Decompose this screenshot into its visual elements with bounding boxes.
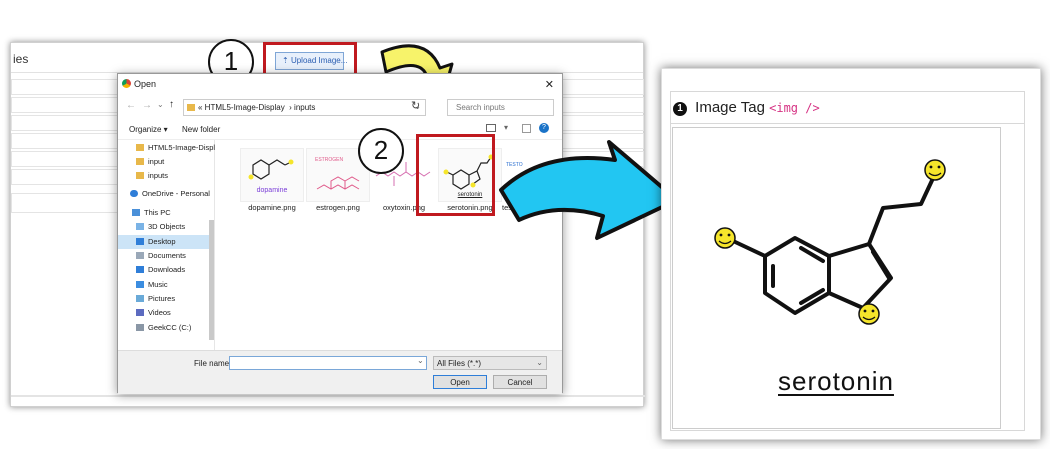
organize-button[interactable]: Organize ▾ bbox=[129, 125, 168, 134]
desktop-icon bbox=[136, 238, 144, 245]
chevron-down-icon: ⌄ bbox=[536, 358, 543, 367]
folder-icon bbox=[187, 104, 195, 111]
tree-item[interactable]: inputs bbox=[136, 171, 168, 180]
address-bar[interactable]: « HTML5-Image-Display › inputs ⌄ bbox=[183, 99, 426, 116]
tree-item[interactable]: Videos bbox=[136, 308, 171, 317]
file-name-label: File name: bbox=[194, 359, 232, 368]
search-input[interactable]: Search inputs bbox=[447, 99, 554, 116]
cube-icon bbox=[136, 223, 144, 230]
back-icon[interactable]: ← bbox=[126, 100, 136, 111]
code-snippet: <img /> bbox=[769, 101, 820, 115]
pane-icon[interactable] bbox=[522, 124, 531, 133]
serotonin-image: serotonin bbox=[672, 127, 1001, 429]
tree-item[interactable]: Downloads bbox=[136, 265, 185, 274]
new-folder-button[interactable]: New folder bbox=[182, 125, 220, 134]
dialog-navbar: ← → ⌄ ↑ « HTML5-Image-Display › inputs ⌄… bbox=[118, 96, 562, 118]
highlight-serotonin-file bbox=[416, 134, 495, 216]
card-header: 1 Image Tag <img /> bbox=[671, 92, 1024, 124]
smiley-icon bbox=[924, 159, 946, 181]
file-name[interactable]: estrogen.png bbox=[302, 203, 374, 212]
help-icon[interactable]: ? bbox=[539, 123, 549, 133]
document-icon bbox=[136, 252, 144, 259]
bg-row bbox=[11, 193, 121, 213]
tree-item[interactable]: This PC bbox=[132, 208, 171, 217]
bg-row bbox=[11, 115, 121, 131]
folder-icon bbox=[136, 144, 144, 151]
close-icon[interactable]: ✕ bbox=[545, 78, 554, 91]
upload-icon: ⇡ bbox=[282, 56, 289, 65]
folder-icon bbox=[136, 172, 144, 179]
cyan-arrow bbox=[499, 140, 679, 240]
tree-item[interactable]: Music bbox=[136, 280, 168, 289]
tree-item[interactable]: OneDrive - Personal bbox=[130, 189, 210, 198]
chevron-down-icon[interactable]: ⌄ bbox=[157, 100, 164, 109]
chevron-down-icon[interactable]: ▾ bbox=[504, 123, 508, 132]
up-icon[interactable]: ↑ bbox=[169, 99, 174, 110]
breadcrumb-part[interactable]: inputs bbox=[294, 103, 315, 112]
file-name-input[interactable] bbox=[229, 356, 427, 370]
tree-scrollbar[interactable] bbox=[209, 220, 214, 340]
dialog-title: Open bbox=[134, 79, 157, 89]
download-icon bbox=[136, 266, 144, 273]
card-title: Image Tag bbox=[695, 99, 765, 116]
music-icon bbox=[136, 281, 144, 288]
breadcrumb-part[interactable]: HTML5-Image-Display bbox=[205, 103, 285, 112]
picture-icon bbox=[136, 295, 144, 302]
upload-image-button[interactable]: ⇡ Upload Image... bbox=[275, 52, 348, 70]
tree-item[interactable]: HTML5-Image-Displ bbox=[136, 143, 215, 152]
refresh-icon[interactable]: ↻ bbox=[411, 99, 420, 112]
navigation-tree: HTML5-Image-Displ input inputs OneDrive … bbox=[118, 140, 215, 350]
chrome-icon bbox=[122, 79, 131, 88]
chevron-down-icon[interactable]: ⌄ bbox=[417, 356, 424, 365]
file-name[interactable]: dopamine.png bbox=[236, 203, 308, 212]
tree-item[interactable]: input bbox=[136, 157, 164, 166]
bg-row bbox=[11, 79, 121, 95]
tree-item[interactable]: Pictures bbox=[136, 294, 175, 303]
view-icon[interactable] bbox=[486, 124, 496, 132]
video-icon bbox=[136, 309, 144, 316]
pc-icon bbox=[132, 209, 140, 216]
tree-item-selected[interactable]: Desktop bbox=[118, 235, 214, 249]
thumbnail-text: ESTROGEN bbox=[315, 157, 344, 163]
dialog-toolbar: Organize ▾ New folder ▾ ? bbox=[118, 120, 562, 140]
cancel-button[interactable]: Cancel bbox=[493, 375, 547, 389]
image-tag-panel: 1 Image Tag <img /> serotonin bbox=[661, 68, 1041, 440]
smiley-icon bbox=[714, 227, 736, 249]
cloud-icon bbox=[130, 190, 138, 197]
drive-icon bbox=[136, 324, 144, 331]
forward-icon[interactable]: → bbox=[142, 100, 152, 111]
bg-divider bbox=[11, 395, 645, 397]
number-badge: 1 bbox=[673, 102, 687, 116]
image-tag-card: 1 Image Tag <img /> serotonin bbox=[670, 91, 1025, 431]
molecule-label: serotonin bbox=[778, 366, 894, 396]
bg-row bbox=[11, 97, 121, 113]
bg-row bbox=[11, 133, 121, 149]
dialog-titlebar: Open ✕ bbox=[118, 74, 562, 96]
bg-row bbox=[11, 151, 121, 167]
thumbnail-text: dopamine bbox=[256, 187, 288, 194]
upload-label: Upload Image... bbox=[290, 56, 348, 65]
dialog-footer: File name: ⌄ All Files (*.*) ⌄ Open Canc… bbox=[118, 350, 562, 394]
tree-item[interactable]: 3D Objects bbox=[136, 222, 185, 231]
tree-item[interactable]: GeekCC (C:) bbox=[136, 323, 191, 332]
tree-item[interactable]: Documents bbox=[136, 251, 186, 260]
file-type-select[interactable]: All Files (*.*) ⌄ bbox=[433, 356, 547, 370]
folder-icon bbox=[136, 158, 144, 165]
file-thumbnail[interactable]: dopamine bbox=[240, 148, 304, 202]
bg-row bbox=[11, 169, 121, 185]
open-button[interactable]: Open bbox=[433, 375, 487, 389]
smiley-icon bbox=[858, 303, 880, 325]
step-2-badge: 2 bbox=[358, 128, 404, 174]
dopamine-thumbnail bbox=[248, 159, 294, 180]
